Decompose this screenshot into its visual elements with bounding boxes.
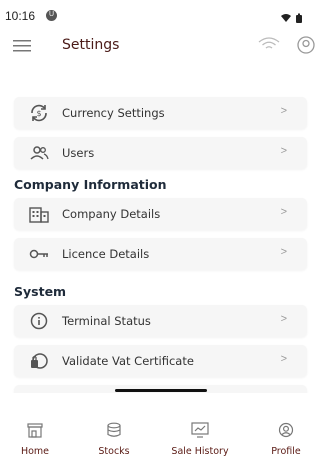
notification-badge-text: U	[48, 11, 55, 18]
chevron-right-icon: >	[280, 313, 287, 325]
nav-item-home[interactable]: Home	[0, 418, 70, 468]
svg-text:$: $	[36, 109, 41, 118]
chevron-right-icon: >	[280, 246, 287, 258]
settings-item-terminal-status[interactable]: Terminal Status >	[14, 305, 307, 337]
status-time: 10:16	[5, 9, 36, 23]
currency-exchange-icon: $	[31, 104, 47, 122]
settings-item-company-details[interactable]: Company Details >	[14, 198, 307, 230]
page-title: Settings	[62, 37, 120, 53]
section-title-system: System	[14, 284, 67, 299]
chevron-right-icon: >	[280, 145, 287, 157]
settings-item-label: Licence Details	[62, 247, 150, 261]
building-icon	[29, 207, 49, 223]
info-icon	[30, 312, 48, 330]
certificate-icon	[31, 353, 48, 369]
home-indicator[interactable]	[115, 389, 207, 392]
section-title-company-information: Company Information	[14, 177, 167, 192]
settings-item-licence-details[interactable]: Licence Details >	[14, 238, 307, 270]
nav-item-stocks[interactable]: Stocks	[79, 418, 149, 468]
settings-item-label: Currency Settings	[62, 106, 165, 120]
chevron-right-icon: >	[280, 353, 287, 365]
settings-item-currency-settings[interactable]: $ Currency Settings >	[14, 97, 307, 129]
home-store-icon	[27, 423, 43, 438]
chevron-right-icon: >	[280, 206, 287, 218]
key-icon	[29, 249, 48, 259]
sale-history-icon	[191, 422, 209, 438]
account-circle-icon[interactable]	[296, 36, 316, 54]
nav-item-profile[interactable]: Profile	[251, 418, 321, 468]
settings-item-label: Users	[62, 146, 95, 160]
signal-battery-icon	[281, 13, 302, 23]
settings-item-label: Validate Vat Certificate	[62, 354, 194, 368]
notification-badge-icon: U	[46, 10, 57, 21]
users-icon	[30, 146, 49, 160]
stocks-icon	[107, 422, 121, 437]
app-bar: Settings	[0, 30, 328, 64]
status-icons	[280, 10, 306, 28]
wifi-icon[interactable]	[258, 37, 280, 51]
settings-item-label: Terminal Status	[62, 314, 151, 328]
chevron-right-icon: >	[280, 105, 287, 117]
settings-item-users[interactable]: Users >	[14, 137, 307, 169]
settings-item-validate-vat-certificate[interactable]: Validate Vat Certificate >	[14, 345, 307, 377]
status-bar: 10:16 U	[0, 0, 328, 30]
settings-item-label: Company Details	[62, 207, 161, 221]
bottom-navigation: Home Stocks Sale History Profile	[0, 418, 328, 473]
nav-label-profile: Profile	[271, 446, 301, 457]
nav-label-sale-history: Sale History	[171, 446, 229, 457]
nav-label-home: Home	[20, 446, 50, 457]
profile-icon	[278, 422, 294, 438]
settings-list[interactable]: $ Currency Settings > Users > Company In…	[0, 93, 328, 393]
hamburger-menu-icon[interactable]	[13, 40, 31, 52]
nav-item-sale-history[interactable]: Sale History	[165, 418, 235, 468]
nav-label-stocks: Stocks	[98, 446, 130, 457]
